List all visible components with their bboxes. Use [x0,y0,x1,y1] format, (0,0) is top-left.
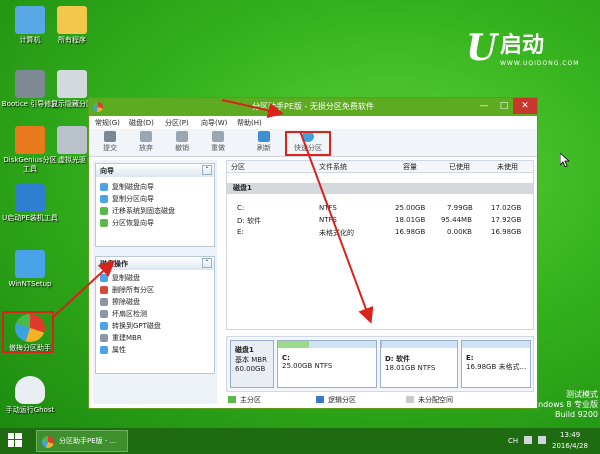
arrow-to-disk-ops [51,260,115,319]
annotation-arrows [51,99,374,324]
aomei-partition-icon [42,436,54,448]
clock-time[interactable]: 13:49 [560,431,580,439]
ime-indicator[interactable]: CH [508,437,518,445]
taskbar: 分区助手PE版 - ... CH 13:49 2016/4/28 [0,428,600,454]
windows-start-icon[interactable] [8,433,22,447]
taskbar-item-partition-assistant[interactable]: 分区助手PE版 - ... [36,430,128,452]
taskbar-item-label: 分区助手PE版 - ... [59,437,117,445]
arrow-to-disk-map [299,130,374,324]
speaker-icon[interactable] [538,436,546,444]
arrow-to-quick-partition [221,99,284,119]
flag-icon[interactable] [524,436,532,444]
clock-date[interactable]: 2016/4/28 [552,442,588,450]
